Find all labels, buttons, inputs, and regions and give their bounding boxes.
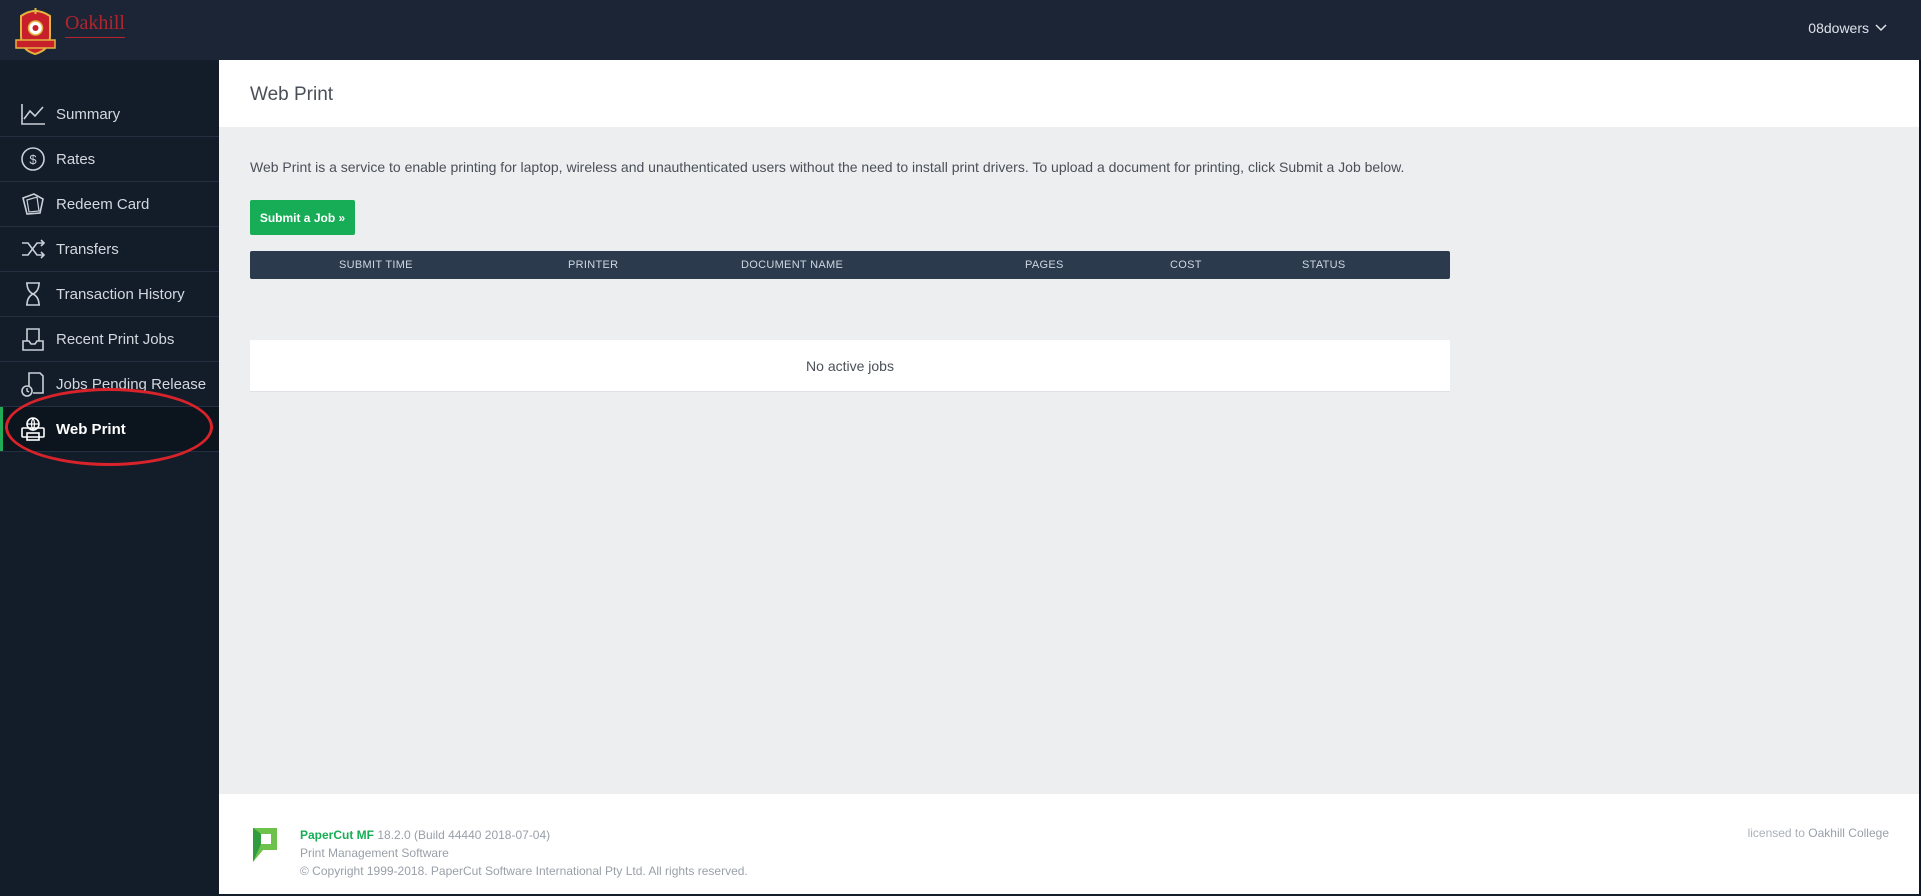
sidebar-item-label: Web Print xyxy=(56,420,126,438)
main-content: Web Print is a service to enable printin… xyxy=(219,127,1919,794)
license-org: Oakhill College xyxy=(1808,826,1889,840)
jobs-table-header: SUBMIT TIME PRINTER DOCUMENT NAME PAGES … xyxy=(250,251,1450,279)
footer-copyright: © Copyright 1999-2018. PaperCut Software… xyxy=(300,864,748,878)
sidebar-item-label: Redeem Card xyxy=(56,195,150,213)
sidebar-item-label: Rates xyxy=(56,150,96,168)
footer-tagline: Print Management Software xyxy=(300,846,449,860)
sidebar: Summary $ Rates Redeem Card Transfers Tr… xyxy=(0,60,219,896)
oakhill-crest-icon[interactable] xyxy=(13,6,58,56)
column-header-pages[interactable]: PAGES xyxy=(1025,259,1064,271)
user-menu[interactable]: 08dowers xyxy=(1808,20,1887,36)
hourglass-icon xyxy=(18,279,48,309)
sidebar-item-label: Jobs Pending Release xyxy=(56,375,207,393)
column-header-status[interactable]: STATUS xyxy=(1302,259,1346,271)
column-header-submit-time[interactable]: SUBMIT TIME xyxy=(339,259,413,271)
footer-version: 18.2.0 (Build 44440 2018-07-04) xyxy=(377,828,551,842)
sidebar-item-label: Recent Print Jobs xyxy=(56,330,175,348)
sidebar-item-rates[interactable]: $ Rates xyxy=(0,137,219,182)
page-title: Web Print xyxy=(250,84,334,105)
empty-jobs-message: No active jobs xyxy=(250,340,1450,392)
sidebar-item-label: Transaction History xyxy=(56,285,185,303)
shuffle-icon xyxy=(18,234,48,264)
footer-info: PaperCut MF 18.2.0 (Build 44440 2018-07-… xyxy=(300,826,748,880)
column-header-printer[interactable]: PRINTER xyxy=(568,259,618,271)
column-header-document-name[interactable]: DOCUMENT NAME xyxy=(741,259,843,271)
license-info: licensed to Oakhill College xyxy=(1748,826,1889,840)
chevron-down-icon xyxy=(1875,24,1887,32)
license-prefix: licensed to xyxy=(1747,826,1805,840)
svg-text:$: $ xyxy=(29,152,37,167)
sidebar-item-summary[interactable]: Summary xyxy=(0,92,219,137)
sidebar-item-label: Summary xyxy=(56,105,121,123)
page-description: Web Print is a service to enable printin… xyxy=(250,159,1405,175)
dollar-circle-icon: $ xyxy=(18,144,48,174)
sidebar-nav: Summary $ Rates Redeem Card Transfers Tr… xyxy=(0,92,219,452)
sidebar-item-transaction-history[interactable]: Transaction History xyxy=(0,272,219,317)
username: 08dowers xyxy=(1808,20,1869,36)
web-printer-icon xyxy=(18,414,48,444)
inbox-tray-icon xyxy=(18,324,48,354)
sidebar-item-recent-print-jobs[interactable]: Recent Print Jobs xyxy=(0,317,219,362)
papercut-logo-icon xyxy=(253,828,277,862)
submit-job-button[interactable]: Submit a Job » xyxy=(250,200,355,235)
top-bar: Oakhill 08dowers xyxy=(0,0,1921,60)
page-header: Web Print xyxy=(219,60,1919,127)
sidebar-item-transfers[interactable]: Transfers xyxy=(0,227,219,272)
card-icon xyxy=(18,189,48,219)
school-name[interactable]: Oakhill xyxy=(65,12,125,38)
sidebar-item-redeem-card[interactable]: Redeem Card xyxy=(0,182,219,227)
sidebar-item-web-print[interactable]: Web Print xyxy=(0,407,219,452)
pending-print-icon xyxy=(18,369,48,399)
line-chart-icon xyxy=(18,99,48,129)
sidebar-item-label: Transfers xyxy=(56,240,119,258)
footer-brand: PaperCut MF xyxy=(300,828,375,842)
footer: PaperCut MF 18.2.0 (Build 44440 2018-07-… xyxy=(219,794,1919,894)
column-header-cost[interactable]: COST xyxy=(1170,259,1202,271)
sidebar-item-jobs-pending-release[interactable]: Jobs Pending Release xyxy=(0,362,219,407)
